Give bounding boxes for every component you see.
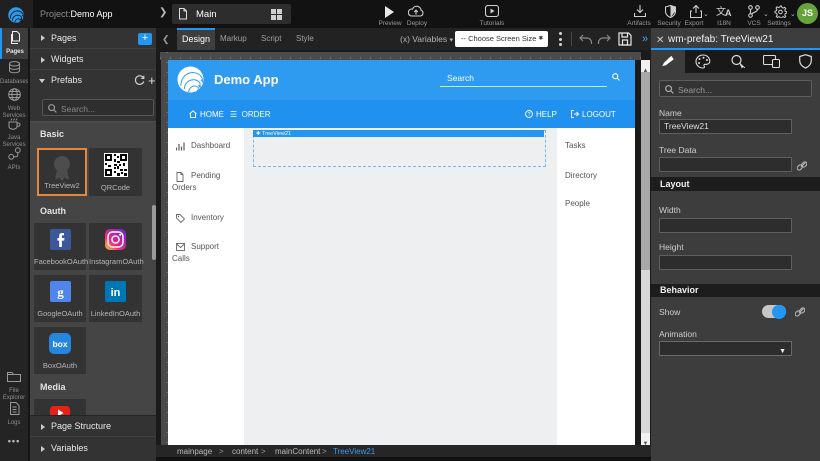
svg-text:g: g [57,285,64,300]
svg-text:A: A [725,8,732,18]
svg-text:?: ? [527,112,530,118]
svg-text:in: in [111,287,121,299]
svg-text:box: box [52,339,67,349]
